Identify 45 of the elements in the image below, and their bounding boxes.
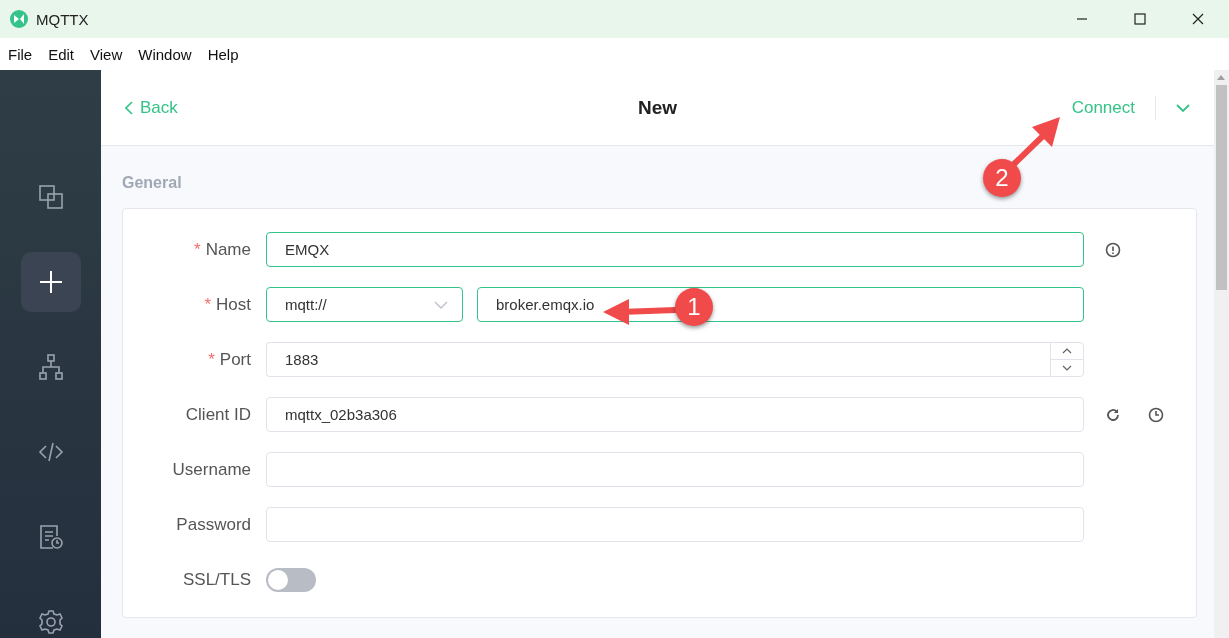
required-asterisk: * xyxy=(194,239,201,259)
menu-item[interactable]: View xyxy=(90,45,123,63)
field-label: Password xyxy=(176,514,251,534)
hierarchy-icon xyxy=(37,354,64,380)
sidebar-item[interactable] xyxy=(20,252,81,312)
input-field[interactable]: 1883 xyxy=(266,342,1050,377)
chevron-up-icon xyxy=(1062,348,1072,354)
gear-icon xyxy=(37,609,64,635)
toggle-switch[interactable] xyxy=(266,567,316,592)
chevron-left-icon xyxy=(125,100,133,115)
scrollbar[interactable] xyxy=(1214,70,1229,638)
field-label: Port xyxy=(219,349,251,369)
page-title: New xyxy=(636,96,679,119)
chevron-down-icon xyxy=(1062,365,1072,371)
required-asterisk: * xyxy=(204,294,212,314)
input-field[interactable]: EMQX xyxy=(266,232,1084,267)
info-icon[interactable] xyxy=(1105,241,1121,258)
required-asterisk: * xyxy=(208,349,215,369)
protocol-select[interactable]: mqtt:// xyxy=(266,287,463,322)
menu-item[interactable]: Edit xyxy=(48,45,75,63)
plus-icon xyxy=(37,269,64,295)
chevron-down-icon[interactable] xyxy=(1176,103,1190,112)
scroll-up-icon xyxy=(1217,75,1225,80)
maximize-icon[interactable] xyxy=(1134,13,1146,25)
input-field[interactable] xyxy=(266,507,1084,542)
copy-squares-icon xyxy=(37,184,64,210)
menu-item[interactable]: Help xyxy=(207,45,239,63)
window-title: MQTTX xyxy=(36,10,89,28)
field-label: SSL/TLS xyxy=(182,569,251,589)
scrollbar-thumb[interactable] xyxy=(1216,85,1227,290)
field-label: Name xyxy=(205,239,251,259)
section-title: General xyxy=(122,174,182,192)
field-label: Username xyxy=(172,459,251,479)
menu-item[interactable]: Window xyxy=(138,45,192,63)
field-label: Host xyxy=(216,294,251,314)
clock-icon[interactable] xyxy=(1148,406,1164,423)
app-logo-icon xyxy=(10,10,28,28)
refresh-icon[interactable] xyxy=(1105,406,1121,423)
menu-item[interactable]: File xyxy=(8,45,33,63)
document-clock-icon xyxy=(37,524,64,550)
input-field[interactable] xyxy=(266,452,1084,487)
chevron-down-icon xyxy=(434,300,448,309)
close-icon[interactable] xyxy=(1192,13,1204,25)
field-label: Client ID xyxy=(185,404,251,424)
input-field[interactable]: mqttx_02b3a306 xyxy=(266,397,1084,432)
